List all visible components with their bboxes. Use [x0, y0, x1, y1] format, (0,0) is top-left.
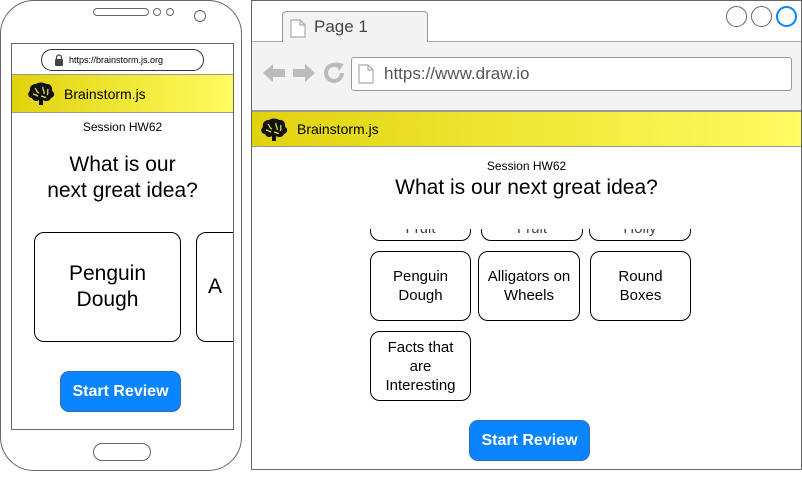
card-text-line: Interesting	[385, 376, 456, 394]
browser-app-title: Brainstorm.js	[297, 121, 379, 137]
card-text-line: Penguin	[68, 262, 147, 285]
back-arrow-icon[interactable]	[262, 61, 286, 85]
page-icon	[290, 19, 306, 38]
phone-question: What is our next great idea?	[12, 152, 233, 204]
phone-frame: https://brainstorm.js.org Brainstorm.js …	[0, 0, 242, 471]
forward-arrow-icon[interactable]	[292, 61, 316, 85]
card-text-line: Fruit	[517, 229, 547, 238]
phone-speaker	[93, 8, 149, 16]
idea-cards-grid: Fruit Fruit Holly Penguin Dough Alligato…	[368, 229, 708, 409]
browser-tab-strip: Page 1	[252, 1, 801, 43]
phone-sensor	[166, 8, 174, 16]
idea-card[interactable]: Alligators on Wheels	[478, 251, 580, 321]
browser-tab[interactable]: Page 1	[282, 11, 428, 43]
address-bar-text: https://www.draw.io	[384, 64, 530, 83]
window-minimize-button[interactable]	[726, 6, 747, 27]
card-text-line: Dough	[76, 288, 139, 311]
phone-question-line: What is our	[69, 153, 176, 176]
phone-start-review-button[interactable]: Start Review	[60, 371, 181, 412]
phone-screen: https://brainstorm.js.org Brainstorm.js …	[11, 43, 234, 430]
phone-camera	[194, 10, 206, 22]
browser-start-review-button[interactable]: Start Review	[469, 420, 590, 461]
page-icon	[358, 64, 374, 84]
brain-icon	[27, 81, 55, 105]
brain-icon	[260, 117, 288, 141]
browser-app-banner: Brainstorm.js	[252, 111, 801, 147]
browser-session-label: Session HW62	[486, 159, 567, 173]
browser-question: What is our next great idea?	[395, 176, 658, 199]
idea-card-partial[interactable]: Fruit	[481, 229, 583, 241]
card-text-line: Holly	[623, 229, 656, 238]
phone-home-button[interactable]	[93, 443, 151, 461]
phone-idea-card-partial[interactable]: A	[196, 232, 233, 342]
browser-toolbar: https://www.draw.io	[252, 42, 801, 111]
idea-card[interactable]: Facts that are Interesting	[370, 331, 471, 401]
window-close-button[interactable]	[776, 6, 797, 27]
card-text-line: Round	[618, 268, 663, 285]
phone-url-text: https://brainstorm.js.org	[69, 55, 164, 65]
phone-question-line: next great idea?	[47, 179, 198, 202]
card-text-line: A	[208, 275, 223, 298]
idea-card-partial[interactable]: Fruit	[370, 229, 471, 241]
lock-icon	[54, 54, 64, 66]
idea-card-partial[interactable]: Holly	[589, 229, 691, 241]
card-text-line: Wheels	[503, 287, 554, 304]
card-text-line: Dough	[398, 287, 443, 304]
reload-icon[interactable]	[322, 61, 346, 85]
phone-app-title: Brainstorm.js	[64, 86, 146, 102]
card-text-line: Boxes	[619, 287, 662, 304]
phone-app-banner: Brainstorm.js	[12, 74, 233, 113]
browser-tab-title: Page 1	[314, 17, 368, 36]
idea-card[interactable]: Round Boxes	[590, 251, 691, 321]
phone-url-bar[interactable]: https://brainstorm.js.org	[41, 49, 204, 71]
card-text-line: Facts that	[387, 338, 454, 356]
card-text-line: Fruit	[406, 229, 436, 238]
phone-sensor	[153, 8, 161, 16]
address-bar[interactable]: https://www.draw.io	[351, 57, 792, 91]
idea-card[interactable]: Penguin Dough	[370, 251, 471, 321]
card-text-line: Alligators on	[487, 268, 571, 285]
phone-session-label: Session HW62	[82, 120, 163, 134]
card-text-line: are	[409, 357, 432, 375]
window-maximize-button[interactable]	[751, 6, 772, 27]
phone-idea-card[interactable]: Penguin Dough	[34, 232, 181, 342]
card-text-line: Penguin	[392, 268, 449, 285]
browser-window: Page 1 https://www.draw.io Brainstorm.js…	[251, 0, 802, 470]
